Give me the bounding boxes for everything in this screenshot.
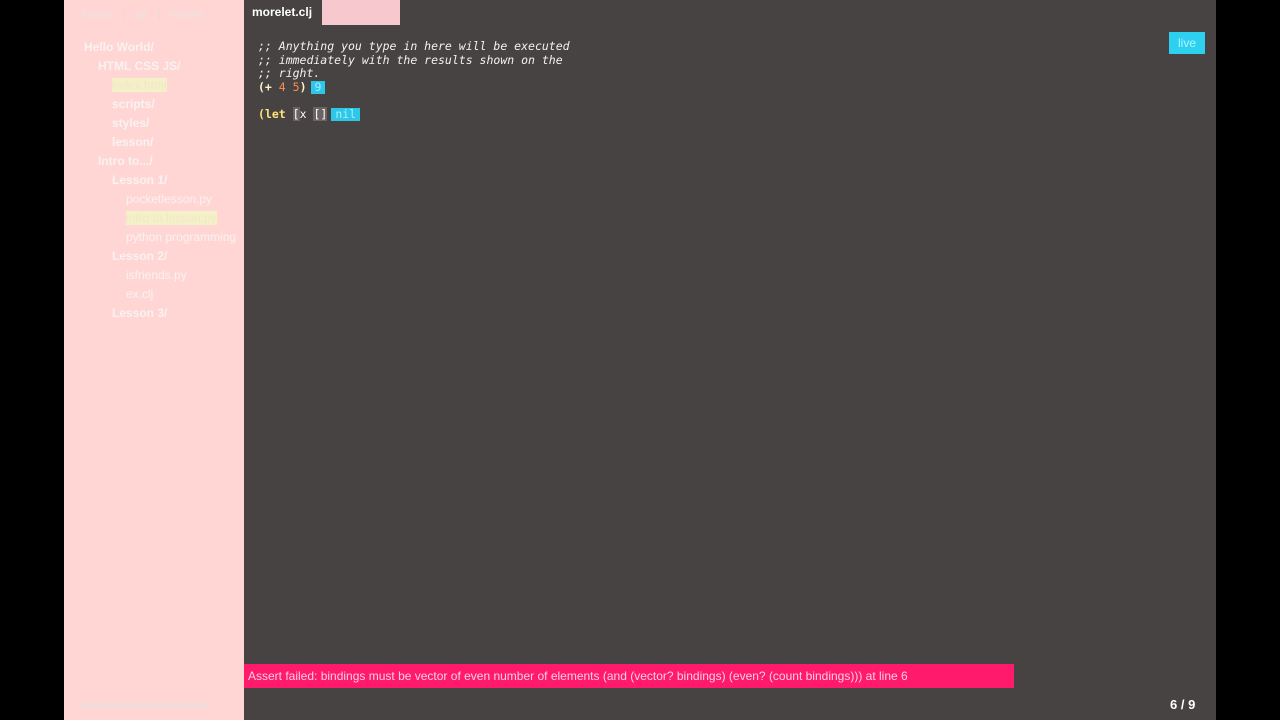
tab-separator: | [122,7,126,21]
sidebar-tabs: folder | all | recent [82,6,244,22]
vector-literal: [] [313,106,328,121]
tree-file[interactable]: ex.clj [126,287,153,301]
number-literal: 4 [278,79,286,94]
tab-morelet-clj[interactable]: morelet.clj [244,0,320,25]
tab-separator: | [157,7,161,21]
number-literal: 5 [292,79,300,94]
let-keyword: (let [258,106,286,121]
comment-line: ;; immediately with the results shown on… [258,52,563,67]
symbol: x [299,106,307,121]
tree-folder[interactable]: styles/ [112,116,149,130]
close-paren: ) [299,79,307,94]
tree-file[interactable]: index.html [112,78,167,92]
tree-folder[interactable]: Hello World/ [84,40,154,54]
comment-line: ;; right. [258,66,321,80]
page-indicator: 6 / 9 [1170,697,1196,712]
tree-folder[interactable]: Lesson 1/ [112,173,167,187]
editor-tabs: morelet.clj [244,0,401,25]
tree-folder[interactable]: Lesson 3/ [112,306,167,320]
tree-file[interactable]: pocketlesson.py [126,192,212,206]
tree-file[interactable]: isfriends.py [126,268,187,282]
app-window: folder | all | recent Hello World/HTML C… [64,0,1216,720]
error-message: Assert failed: bindings must be vector o… [244,664,1014,688]
open-paren: (+ [258,79,272,94]
result-badge: 9 [310,80,326,94]
live-toggle-button[interactable]: live [1169,32,1205,54]
tree-folder[interactable]: HTML CSS JS/ [98,59,180,73]
result-badge: nil [331,107,361,121]
comment-line: ;; Anything you type in here will be exe… [258,39,570,53]
tab-second-file[interactable] [322,0,401,25]
tree-file[interactable]: python programming [126,230,236,244]
tree-folder[interactable]: Lesson 2/ [112,249,167,263]
tree-folder[interactable]: Intro to.../ [98,154,153,168]
tree-folder[interactable]: lesson/ [112,135,153,149]
open-bracket: [ [292,106,300,121]
tab-folder[interactable]: folder [82,7,112,21]
tab-recent[interactable]: recent [170,7,203,21]
code-line-add: (+ 4 5) 9 [258,79,570,95]
code-editor[interactable]: ;; Anything you type in here will be exe… [258,39,570,122]
sidebar-scrollbar[interactable] [80,703,210,708]
tab-all[interactable]: all [135,7,147,21]
tree-folder[interactable]: scripts/ [112,97,155,111]
file-sidebar: folder | all | recent Hello World/HTML C… [64,0,244,720]
tree-file[interactable]: intro to lesson.py [126,211,217,225]
code-line-let: (let [x [] nil [258,106,570,122]
